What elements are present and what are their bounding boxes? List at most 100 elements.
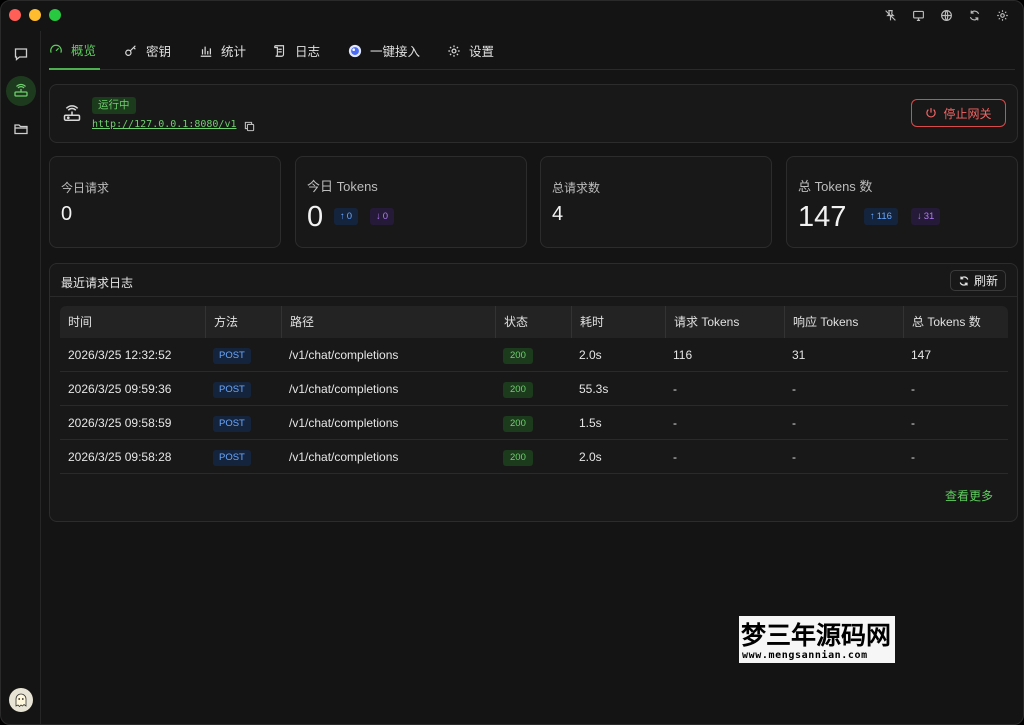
stat-value: 4	[552, 203, 564, 225]
gauge-icon	[49, 43, 63, 57]
cell-req: -	[665, 440, 677, 474]
arrow-up-icon: ↑	[870, 211, 875, 222]
cell-path: /v1/chat/completions	[281, 440, 398, 474]
tab-settings[interactable]: 设置	[447, 31, 494, 70]
sync-icon[interactable]	[967, 8, 981, 22]
avatar[interactable]	[9, 688, 33, 712]
tab-logs[interactable]: 日志	[273, 31, 320, 70]
ghost-avatar-icon	[15, 693, 27, 708]
chat-nav-button[interactable]	[7, 40, 35, 68]
cell-text: 2026/3/25 09:58:59	[68, 416, 172, 430]
cell-text: -	[792, 416, 796, 430]
gateway-nav-button[interactable]	[6, 76, 36, 106]
col-status[interactable]: 状态	[495, 306, 528, 338]
cell-text: -	[673, 450, 677, 464]
tab-keys[interactable]: 密钥	[124, 31, 171, 70]
monitor-icon[interactable]	[911, 8, 925, 22]
cell-time: 2026/3/25 09:58:28	[60, 440, 171, 474]
minimize-window-button[interactable]	[29, 9, 41, 21]
stat-label: 今日请求	[61, 181, 110, 195]
copy-icon[interactable]	[244, 119, 255, 132]
cell-text: 55.3s	[579, 382, 609, 396]
close-window-button[interactable]	[9, 9, 21, 21]
refresh-button[interactable]: 刷新	[950, 270, 1006, 291]
stop-gateway-button[interactable]: 停止网关	[911, 99, 1006, 127]
cell-time: 2026/3/25 12:32:52	[60, 338, 171, 372]
gateway-url-link[interactable]: http://127.0.0.1:8080/v1	[92, 119, 237, 130]
divider	[50, 296, 1017, 297]
watermark-url: www.mengsannian.com	[742, 650, 868, 661]
stat-value: 0	[307, 201, 324, 233]
tab-quick-connect[interactable]: 一键接入	[348, 31, 420, 70]
method-badge: POST	[213, 415, 251, 432]
stat-value: 0	[61, 203, 73, 225]
col-path[interactable]: 路径	[281, 306, 314, 338]
cell-time: 2026/3/25 09:58:59	[60, 406, 171, 440]
cell-time: 2026/3/25 09:59:36	[60, 372, 171, 406]
col-duration[interactable]: 耗时	[571, 306, 604, 338]
col-total-tokens[interactable]: 总 Tokens 数	[903, 306, 981, 338]
tab-stats[interactable]: 统计	[199, 31, 246, 70]
cell-text: 2.0s	[579, 348, 602, 362]
gateway-card: 运行中 http://127.0.0.1:8080/v1 停止网关	[49, 84, 1018, 143]
cell-total: -	[903, 406, 915, 440]
cell-req: -	[665, 406, 677, 440]
cell-text: /v1/chat/completions	[289, 348, 399, 362]
cell-path: /v1/chat/completions	[281, 338, 398, 372]
zoom-window-button[interactable]	[49, 9, 61, 21]
sidebar	[1, 31, 41, 724]
cell-text: 2.0s	[579, 450, 602, 464]
globe-icon[interactable]	[939, 8, 953, 22]
router-icon	[62, 104, 82, 124]
chat-icon	[14, 48, 28, 61]
cell-resp: -	[784, 406, 796, 440]
cell-text: 1.5s	[579, 416, 602, 430]
scroll-icon	[273, 44, 287, 58]
table-row[interactable]: 2026/3/25 09:58:28 POST/v1/chat/completio…	[60, 440, 1008, 474]
stat-today-tokens: 今日 Tokens 0 ↑ 0 ↓ 0	[295, 156, 527, 248]
status-badge: 运行中	[92, 97, 136, 114]
table-row[interactable]: 2026/3/25 09:59:36 POST/v1/chat/completio…	[60, 372, 1008, 406]
col-response-tokens[interactable]: 响应 Tokens	[784, 306, 858, 338]
request-log-table: 时间 方法 路径 状态 耗时 请求 Tokens 响应 Tokens 总 Tok…	[60, 306, 1008, 474]
cell-status: 200	[495, 338, 533, 372]
app-logo-icon	[348, 44, 362, 58]
folder-nav-button[interactable]	[7, 115, 35, 143]
stat-label: 总请求数	[552, 181, 601, 195]
table-row[interactable]: 2026/3/25 09:58:59 POST/v1/chat/completio…	[60, 406, 1008, 440]
gear-icon[interactable]	[995, 8, 1009, 22]
table-row[interactable]: 2026/3/25 12:32:52 POST/v1/chat/completio…	[60, 338, 1008, 372]
table-body: 2026/3/25 12:32:52 POST/v1/chat/completio…	[60, 338, 1008, 474]
col-method[interactable]: 方法	[205, 306, 238, 338]
folder-icon	[14, 124, 28, 135]
col-time[interactable]: 时间	[60, 306, 92, 338]
cell-status: 200	[495, 440, 533, 474]
arrow-down-icon: ↓	[376, 211, 381, 222]
cell-duration: 55.3s	[571, 372, 608, 406]
tab-overview[interactable]: 概览	[49, 31, 101, 70]
cell-resp: 31	[784, 338, 805, 372]
key-icon	[124, 44, 138, 58]
cell-method: POST	[205, 338, 251, 372]
output-tokens-badge: ↓ 31	[911, 208, 941, 225]
status-code-badge: 200	[503, 347, 533, 364]
stat-total-requests: 总请求数 4	[540, 156, 772, 248]
stat-total-tokens: 总 Tokens 数 147 ↑ 116 ↓ 31	[786, 156, 1018, 248]
method-badge: POST	[213, 347, 251, 364]
cell-text: 116	[673, 348, 693, 362]
bar-chart-icon	[199, 44, 213, 58]
table-header: 时间 方法 路径 状态 耗时 请求 Tokens 响应 Tokens 总 Tok…	[60, 306, 1008, 338]
status-code-badge: 200	[503, 415, 533, 432]
watermark: 梦三年源码网 www.mengsannian.com	[739, 616, 895, 663]
stat-label: 今日 Tokens	[307, 179, 378, 194]
request-log-card: 最近请求日志 刷新 时间 方法 路径 状态 耗时 请求 Tokens 响应 To…	[49, 263, 1018, 522]
view-more-link[interactable]: 查看更多	[945, 487, 993, 504]
pin-off-icon[interactable]	[883, 8, 897, 22]
cell-path: /v1/chat/completions	[281, 372, 398, 406]
col-request-tokens[interactable]: 请求 Tokens	[665, 306, 739, 338]
stat-value: 147	[798, 201, 847, 233]
cell-text: -	[792, 450, 796, 464]
cell-text: -	[911, 382, 915, 396]
cell-status: 200	[495, 406, 533, 440]
cell-text: 2026/3/25 09:59:36	[68, 382, 172, 396]
